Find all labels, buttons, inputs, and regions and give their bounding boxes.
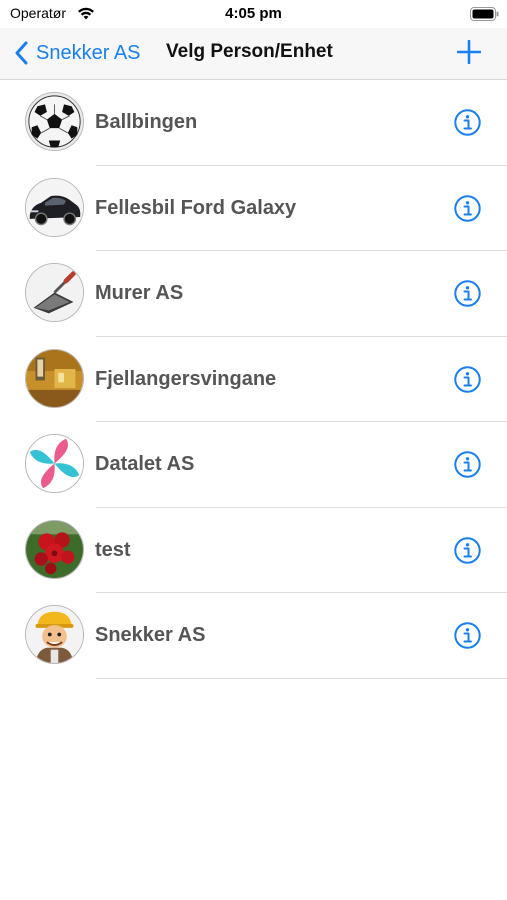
room-avatar (25, 348, 84, 408)
logo-avatar (25, 434, 84, 493)
list-item[interactable]: test (0, 508, 507, 594)
list-item-label: Fellesbil Ford Galaxy (95, 196, 297, 219)
info-icon[interactable] (454, 194, 481, 222)
trowel-avatar (25, 263, 84, 322)
clock: 4:05 pm (225, 5, 282, 22)
person-list: Ballbingen Fellesbil Ford Galaxy Murer A… (0, 80, 507, 679)
info-icon[interactable] (454, 109, 481, 136)
list-item-label: Datalet AS (95, 453, 195, 475)
car-avatar (25, 177, 84, 237)
chevron-left-icon (15, 41, 28, 65)
status-bar: Operatør 4:05 pm (0, 0, 507, 28)
list-item[interactable]: Murer AS (0, 251, 507, 337)
list-item-label: Murer AS (95, 282, 184, 304)
carpenter-avatar (25, 605, 84, 664)
list-item[interactable]: Snekker AS (0, 593, 507, 679)
soccer-ball-avatar (25, 92, 84, 151)
back-button[interactable]: Snekker AS (14, 39, 141, 67)
info-icon[interactable] (454, 365, 481, 393)
list-item[interactable]: Fellesbil Ford Galaxy (0, 166, 507, 252)
list-item[interactable]: Fjellangersvingane (0, 337, 507, 423)
info-icon[interactable] (454, 536, 481, 564)
plus-icon[interactable] (457, 40, 481, 64)
info-icon[interactable] (454, 280, 481, 307)
list-item-label: Snekker AS (95, 624, 206, 646)
list-item-label: Ballbingen (95, 111, 198, 133)
page-title: Velg Person/Enhet (166, 41, 333, 62)
list-item[interactable]: Datalet AS (0, 422, 507, 508)
navigation-bar: Snekker AS Velg Person/Enhet (0, 28, 507, 80)
list-item-label: test (95, 538, 131, 561)
list-item-label: Fjellangersvingane (95, 367, 277, 390)
back-button-label: Snekker AS (36, 41, 141, 64)
list-item[interactable]: Ballbingen (0, 80, 507, 166)
info-icon[interactable] (454, 451, 481, 478)
battery-icon (470, 7, 499, 21)
info-icon[interactable] (454, 622, 481, 649)
roses-avatar (25, 519, 84, 579)
